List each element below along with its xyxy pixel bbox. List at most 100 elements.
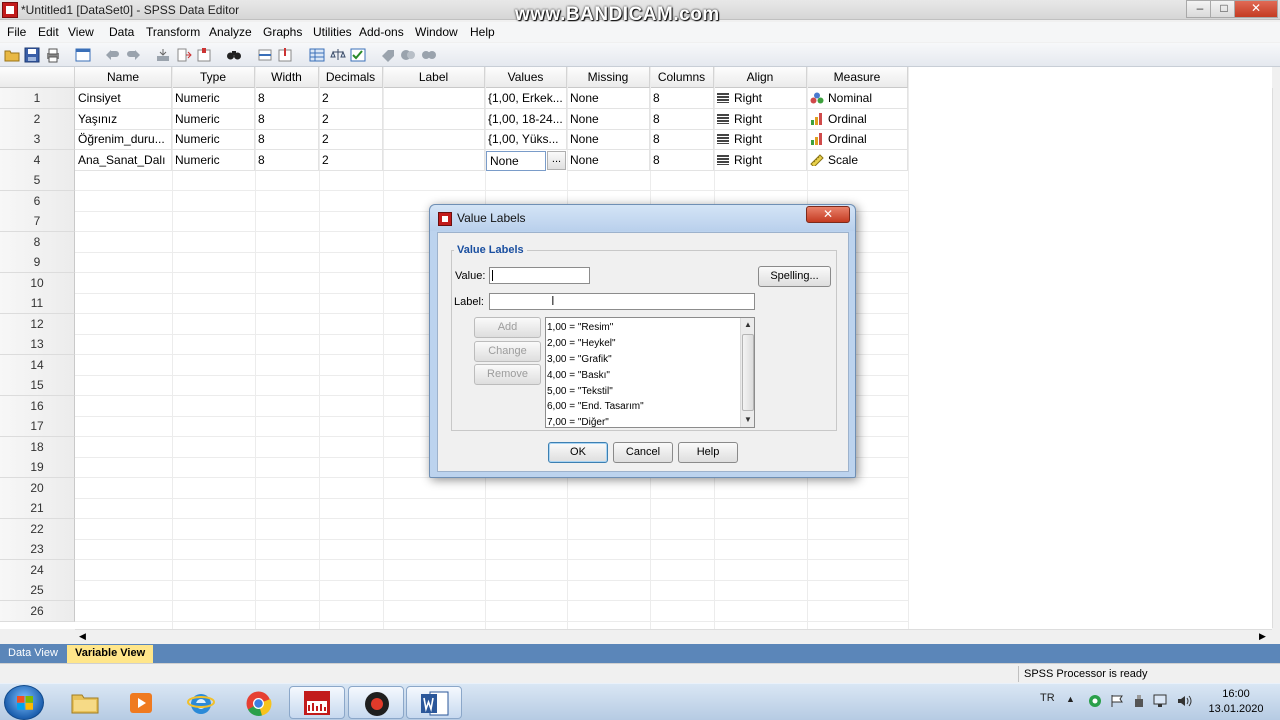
header-values[interactable]: Values (485, 67, 567, 88)
help-button[interactable]: Help (678, 442, 738, 463)
cell-values[interactable]: {1,00, 18-24... (485, 108, 567, 130)
cell-name[interactable]: Cinsiyet (75, 88, 172, 109)
goto-case-icon[interactable] (155, 47, 171, 63)
use-sets-icon[interactable] (400, 47, 416, 63)
row-number[interactable]: 22 (0, 518, 75, 540)
find-icon[interactable] (226, 47, 242, 63)
select-cases-icon[interactable] (350, 47, 366, 63)
cell-missing[interactable]: None (567, 129, 650, 150)
spss-app-icon[interactable] (2, 2, 18, 18)
row-number[interactable]: 23 (0, 539, 75, 560)
values-cell-editor[interactable]: None (486, 151, 546, 171)
tray-app-icon[interactable] (1088, 694, 1102, 708)
value-labels-list[interactable]: 1,00 = "Resim" 2,00 = "Heykel" 3,00 = "G… (545, 317, 755, 428)
cell-missing[interactable]: None (567, 88, 650, 109)
row-number[interactable]: 26 (0, 600, 75, 622)
value-input[interactable] (489, 267, 590, 284)
header-missing[interactable]: Missing (567, 67, 650, 88)
cancel-button[interactable]: Cancel (613, 442, 673, 463)
change-button[interactable]: Change (474, 341, 541, 362)
cell-columns[interactable]: 8 (650, 129, 714, 150)
dialog-close-button[interactable]: ✕ (806, 206, 850, 223)
cell-measure[interactable]: Ordinal (807, 129, 908, 150)
scroll-down-icon[interactable]: ▼ (741, 413, 754, 427)
close-window-button[interactable]: ✕ (1234, 0, 1278, 18)
menu-help[interactable]: Help (470, 25, 495, 39)
row-number[interactable]: 8 (0, 231, 75, 253)
row-number[interactable]: 2 (0, 108, 75, 130)
cell-align[interactable]: Right (714, 108, 807, 130)
label-input[interactable]: I (489, 293, 755, 310)
row-number[interactable]: 5 (0, 170, 75, 191)
cell-align[interactable]: Right (714, 129, 807, 150)
cell-name[interactable]: Ana_Sanat_Dalı (75, 149, 172, 171)
cell-measure[interactable]: Ordinal (807, 108, 908, 130)
cell-measure[interactable]: Scale (807, 149, 908, 171)
dialog-recall-icon[interactable] (75, 47, 91, 63)
variables-icon[interactable] (196, 47, 212, 63)
cell-decimals[interactable]: 2 (319, 129, 383, 150)
cell-width[interactable]: 8 (255, 108, 319, 130)
header-decimals[interactable]: Decimals (319, 67, 383, 88)
scroll-up-icon[interactable]: ▲ (741, 318, 754, 332)
row-number[interactable]: 12 (0, 313, 75, 335)
cell-type[interactable]: Numeric (172, 149, 255, 171)
cell-name[interactable]: Yaşınız (75, 108, 172, 130)
insert-cases-icon[interactable] (257, 47, 273, 63)
cell-values[interactable]: {1,00, Yüks... (485, 129, 567, 150)
dialog-title-bar[interactable]: Value Labels ✕ (430, 205, 855, 231)
cell-values[interactable]: {1,00, Erkek... (485, 88, 567, 109)
vertical-scrollbar[interactable] (1272, 88, 1280, 628)
language-indicator[interactable]: TR (1040, 692, 1055, 704)
weight-cases-icon[interactable] (330, 47, 346, 63)
spelling-button[interactable]: Spelling... (758, 266, 831, 287)
save-icon[interactable] (24, 47, 40, 63)
row-number[interactable]: 3 (0, 129, 75, 150)
header-align[interactable]: Align (714, 67, 807, 88)
row-number[interactable]: 24 (0, 559, 75, 581)
cell-decimals[interactable]: 2 (319, 149, 383, 171)
redo-icon[interactable] (125, 47, 141, 63)
cell-align[interactable]: Right (714, 149, 807, 171)
explorer-taskbar-button[interactable] (57, 686, 113, 719)
show-all-variables-icon[interactable] (421, 47, 437, 63)
row-number[interactable]: 19 (0, 457, 75, 478)
row-number[interactable]: 1 (0, 88, 75, 109)
menu-window[interactable]: Window (415, 25, 458, 39)
list-item[interactable]: 4,00 = "Baskı" (547, 368, 610, 384)
cell-decimals[interactable]: 2 (319, 108, 383, 130)
list-scrollbar[interactable]: ▲ ▼ (740, 318, 754, 427)
menu-add-ons[interactable]: Add-ons (359, 25, 404, 39)
horizontal-scrollbar[interactable]: ◀ ▶ (75, 629, 1272, 643)
scroll-thumb[interactable] (742, 334, 754, 411)
media-player-taskbar-button[interactable] (113, 686, 169, 719)
undo-icon[interactable] (105, 47, 121, 63)
cell-label[interactable] (383, 108, 485, 130)
row-number[interactable]: 6 (0, 190, 75, 212)
value-labels-icon[interactable] (380, 47, 396, 63)
menu-file[interactable]: File (7, 25, 26, 39)
list-item[interactable]: 6,00 = "End. Tasarım" (547, 399, 644, 415)
menu-transform[interactable]: Transform (146, 25, 200, 39)
list-item[interactable]: 1,00 = "Resim" (547, 320, 613, 336)
usb-device-icon[interactable] (1132, 694, 1146, 708)
cell-columns[interactable]: 8 (650, 108, 714, 130)
scroll-left-icon[interactable]: ◀ (79, 631, 86, 642)
cell-missing[interactable]: None (567, 108, 650, 130)
menu-analyze[interactable]: Analyze (209, 25, 252, 39)
row-number[interactable]: 18 (0, 436, 75, 458)
row-number[interactable]: 16 (0, 395, 75, 417)
row-number[interactable]: 15 (0, 375, 75, 396)
cell-type[interactable]: Numeric (172, 108, 255, 130)
cell-width[interactable]: 8 (255, 129, 319, 150)
open-folder-icon[interactable] (4, 47, 20, 63)
bandicam-taskbar-button[interactable] (348, 686, 404, 719)
action-center-flag-icon[interactable] (1110, 694, 1126, 708)
list-item[interactable]: 5,00 = "Tekstil" (547, 384, 613, 400)
menu-data[interactable]: Data (109, 25, 134, 39)
volume-icon[interactable] (1176, 693, 1192, 709)
row-number[interactable]: 17 (0, 416, 75, 437)
row-number[interactable]: 10 (0, 272, 75, 294)
spss-taskbar-button[interactable] (289, 686, 345, 719)
row-number[interactable]: 25 (0, 580, 75, 601)
